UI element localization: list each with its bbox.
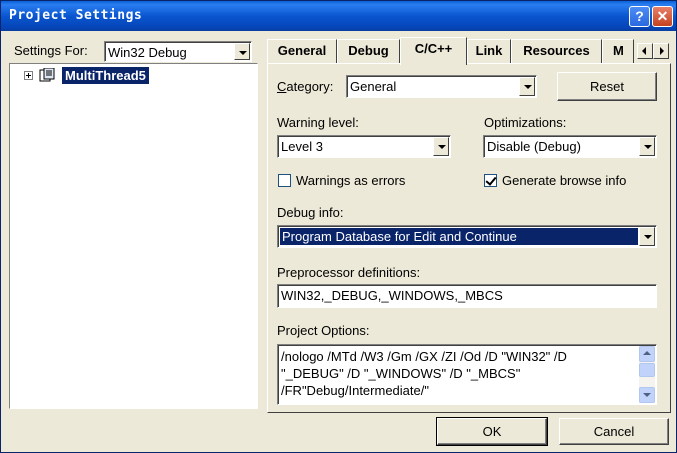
scroll-up-icon[interactable]	[639, 346, 655, 362]
expand-icon[interactable]	[24, 71, 33, 80]
optimizations-label: Optimizations:	[484, 115, 567, 130]
chevron-down-icon[interactable]	[639, 227, 655, 246]
warning-level-value: Level 3	[281, 139, 323, 154]
ok-button[interactable]: OK	[436, 417, 548, 446]
warning-level-dropdown[interactable]: Level 3	[277, 135, 451, 158]
project-options-textarea[interactable]: /nologo /MTd /W3 /Gm /GX /ZI /Od /D "WIN…	[277, 344, 657, 405]
tab-scroll-left-icon[interactable]	[637, 43, 653, 59]
scroll-thumb[interactable]	[639, 363, 655, 377]
tab-scroll-right-icon[interactable]	[653, 43, 669, 59]
debug-info-dropdown[interactable]: Program Database for Edit and Continue	[277, 225, 657, 248]
tab-c-cpp[interactable]: C/C++	[400, 37, 467, 65]
window-title: Project Settings	[9, 8, 143, 23]
settings-for-label: Settings For:	[14, 43, 88, 58]
close-icon[interactable]: ✕	[652, 6, 673, 27]
optimizations-dropdown[interactable]: Disable (Debug)	[483, 135, 657, 158]
generate-browse-info-label[interactable]: Generate browse info	[502, 173, 626, 188]
tab-general[interactable]: General	[267, 39, 337, 64]
settings-for-dropdown[interactable]: Win32 Debug	[104, 41, 252, 62]
vertical-scrollbar[interactable]	[639, 346, 655, 403]
optimizations-value: Disable (Debug)	[487, 139, 581, 154]
project-tree[interactable]: MultiThread5	[9, 63, 258, 409]
chevron-down-icon[interactable]	[639, 137, 655, 156]
category-label: Category:	[277, 79, 334, 94]
settings-for-value: Win32 Debug	[108, 45, 187, 60]
preprocessor-value: WIN32,_DEBUG,_WINDOWS,_MBCS	[281, 288, 503, 303]
scroll-down-icon[interactable]	[639, 387, 655, 403]
category-value: General	[350, 79, 397, 94]
project-icon	[39, 68, 55, 82]
project-options-line: /nologo /MTd /W3 /Gm /GX /ZI /Od /D "WIN…	[281, 349, 567, 364]
project-options-text: /nologo /MTd /W3 /Gm /GX /ZI /Od /D "WIN…	[281, 348, 636, 399]
tab-strip: General Debug C/C++ Link Resources M	[267, 37, 671, 65]
help-icon[interactable]: ?	[629, 6, 650, 27]
category-dropdown[interactable]: General	[346, 75, 537, 98]
debug-info-label: Debug info:	[277, 205, 344, 220]
preprocessor-input[interactable]: WIN32,_DEBUG,_WINDOWS,_MBCS	[277, 284, 657, 308]
project-options-line: /FR"Debug/Intermediate/"	[281, 383, 429, 398]
warnings-as-errors-label[interactable]: Warnings as errors	[296, 173, 405, 188]
tree-item-label: MultiThread5	[62, 67, 149, 84]
warning-level-label: Warning level:	[277, 115, 359, 130]
cancel-button-label: Cancel	[593, 424, 635, 439]
preprocessor-label: Preprocessor definitions:	[277, 265, 421, 280]
chevron-down-icon[interactable]	[519, 77, 535, 96]
chevron-down-icon[interactable]	[433, 137, 449, 156]
reset-button-label: Reset	[590, 79, 624, 94]
warnings-as-errors-checkbox[interactable]	[278, 174, 291, 187]
debug-info-value: Program Database for Edit and Continue	[280, 228, 638, 245]
project-settings-window: Project Settings ? ✕ Settings For: Win32…	[0, 0, 677, 453]
cancel-button[interactable]: Cancel	[559, 418, 669, 445]
tab-link[interactable]: Link	[467, 39, 511, 64]
tab-debug[interactable]: Debug	[337, 39, 400, 64]
chevron-down-icon[interactable]	[234, 43, 250, 60]
tab-resources[interactable]: Resources	[511, 39, 602, 64]
generate-browse-info-checkbox[interactable]	[484, 174, 497, 187]
project-options-line: "_DEBUG" /D "_WINDOWS" /D "_MBCS"	[281, 366, 521, 381]
reset-button[interactable]: Reset	[557, 72, 657, 101]
title-bar[interactable]: Project Settings ? ✕	[1, 1, 676, 31]
tab-more[interactable]: M	[602, 39, 634, 64]
project-options-label: Project Options:	[277, 323, 370, 338]
ok-button-label: OK	[482, 424, 502, 439]
